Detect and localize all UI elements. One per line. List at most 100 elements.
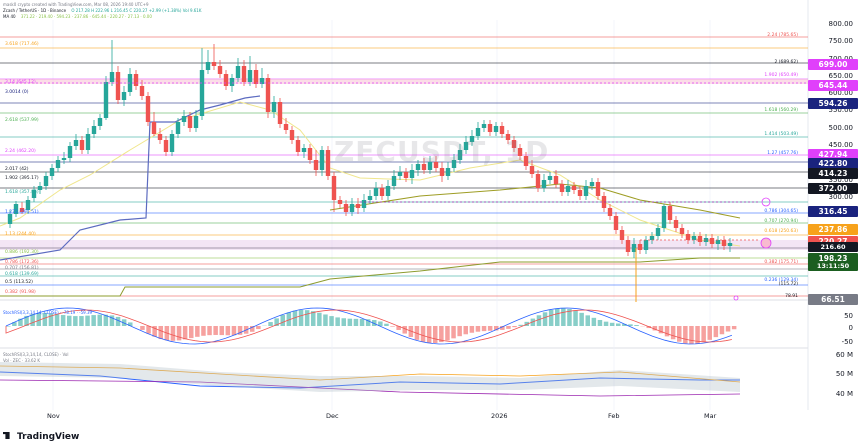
stoch-histogram-bar <box>677 326 682 342</box>
candle-body <box>445 168 451 176</box>
fib-label-left: 0.5 (113.52) <box>5 280 33 285</box>
candle-body <box>283 124 289 130</box>
candle-body <box>295 140 301 152</box>
candle-body <box>289 130 295 140</box>
stoch-histogram-bar <box>201 326 206 336</box>
fib-label-right: 2 (689.62) <box>774 60 798 65</box>
volume-band <box>0 362 740 392</box>
stoch-histogram-bar <box>48 313 54 326</box>
fib-label-left: 3.14 (645.12) <box>5 80 36 85</box>
stoch-histogram-bar <box>256 326 261 330</box>
candle-body <box>217 66 223 74</box>
candle-body <box>79 140 85 150</box>
stoch-histogram-bar <box>73 316 78 326</box>
time-tick-label: Dec <box>326 412 339 420</box>
stoch-histogram-bar <box>536 315 542 326</box>
candle-body <box>403 172 409 178</box>
candle-body <box>139 86 145 96</box>
candle-body <box>187 116 193 128</box>
volume-legend[interactable]: Vol · ZEC · 33.62 K <box>3 358 40 363</box>
time-tick-label: Nov <box>47 412 60 420</box>
fib-label-left: 0.618 (139.69) <box>5 272 39 277</box>
stoch-histogram-bar <box>731 326 737 330</box>
candle-body <box>109 72 115 82</box>
price-tag: 699.00 <box>808 59 858 70</box>
candle-body <box>535 174 541 188</box>
tradingview-logo[interactable]: TradingView <box>3 432 79 442</box>
fib-label-right: 1.902 (650.49) <box>764 73 798 78</box>
stoch-histogram-bar <box>597 319 603 326</box>
marker-circle <box>760 237 772 249</box>
fib-label-right: 0.786 (304.65) <box>764 209 798 214</box>
stoch-histogram-bar <box>555 308 560 326</box>
stoch-histogram-bar <box>506 326 511 329</box>
stoch-histogram-bar <box>487 326 493 331</box>
stoch-histogram-bar <box>701 326 706 343</box>
candle-body <box>277 102 283 124</box>
candle-body <box>181 116 187 122</box>
ma-legend[interactable]: MA 40 371.22 · 219.40 · 594.23 · 237.86 … <box>3 14 156 19</box>
candle-body <box>715 240 721 244</box>
stoch-histogram-bar <box>67 315 72 326</box>
stoch-histogram-bar <box>231 326 237 336</box>
price-tag: 645.44 <box>808 80 858 91</box>
price-tick-label: 800.00 <box>828 20 854 28</box>
stoch-histogram-bar <box>323 314 328 326</box>
candle-body <box>103 82 109 118</box>
candle-body <box>145 96 151 122</box>
stoch-histogram-bar <box>213 326 218 335</box>
stoch-histogram-bar <box>609 322 615 326</box>
stoch-histogram-bar <box>616 323 621 326</box>
price-tag: 216.60 <box>808 242 858 252</box>
stoch-histogram-bar <box>634 325 639 326</box>
tradingview-logo-icon <box>3 432 10 439</box>
candle-body <box>331 176 337 200</box>
candle-body <box>553 176 559 184</box>
candle-body <box>223 74 229 86</box>
candle-body <box>115 72 121 100</box>
candle-body <box>583 186 589 196</box>
candle-body <box>637 244 643 250</box>
fib-label-right: (115.72) <box>778 282 798 287</box>
stoch-histogram-bar <box>97 314 102 326</box>
candle-body <box>43 176 49 186</box>
ma-values: 371.22 · 219.40 · 594.23 · 237.86 · 645.… <box>20 14 152 19</box>
stoch-rsi-legend-2[interactable]: StochRSI(3,3,14,14, CLOSE) · Vol <box>3 352 68 357</box>
stoch-axis-label: -50 <box>841 338 853 346</box>
candle-body <box>157 134 163 140</box>
fib-label-left: 2.017 (42) <box>5 167 29 172</box>
stoch-histogram-bar <box>341 318 346 326</box>
ma-label: MA 40 <box>3 14 16 19</box>
candle-body <box>607 208 613 216</box>
fib-label-right: 1.618 (560.29) <box>764 108 798 113</box>
stoch-histogram-bar <box>707 326 712 340</box>
stoch-histogram-bar <box>359 318 365 326</box>
stoch-histogram-bar <box>79 316 84 326</box>
candle-body <box>25 200 31 210</box>
candle-body <box>235 66 241 78</box>
ohlc-values: O 217.28 H 222.96 L 216.45 C 220.27 +2.9… <box>71 8 202 13</box>
stoch-histogram-bar <box>445 326 450 341</box>
chart-canvas[interactable] <box>0 0 860 445</box>
time-tick-label: Mar <box>704 412 717 420</box>
price-tag: 66.51 <box>808 294 858 305</box>
stoch-histogram-bar <box>469 326 475 333</box>
candle-body <box>97 118 103 126</box>
candle-body <box>595 182 601 196</box>
stoch-rsi-legend[interactable]: StochRSI(3,3,14,14, CLOSE) · -78.19 · -5… <box>3 310 92 315</box>
candle-body <box>91 126 97 134</box>
stoch-histogram-bar <box>719 326 725 335</box>
vol-axis-label: 40 M <box>835 390 853 398</box>
fib-label-right: 0.707 (270.94) <box>764 219 798 224</box>
candle-body <box>589 182 595 186</box>
stoch-histogram-bar <box>561 308 566 326</box>
stoch-histogram-bar <box>170 326 176 341</box>
candle-body <box>481 124 487 128</box>
stoch-histogram-bar <box>689 326 694 344</box>
candle-body <box>625 240 631 252</box>
stoch-histogram-bar <box>329 316 334 326</box>
candle-body <box>391 176 397 186</box>
candle-body <box>325 150 331 176</box>
symbol-name[interactable]: Zcash / TetherUS · 1D · Binance <box>3 8 66 13</box>
symbol-ohlc[interactable]: Zcash / TetherUS · 1D · Binance O 217.28… <box>3 8 205 13</box>
